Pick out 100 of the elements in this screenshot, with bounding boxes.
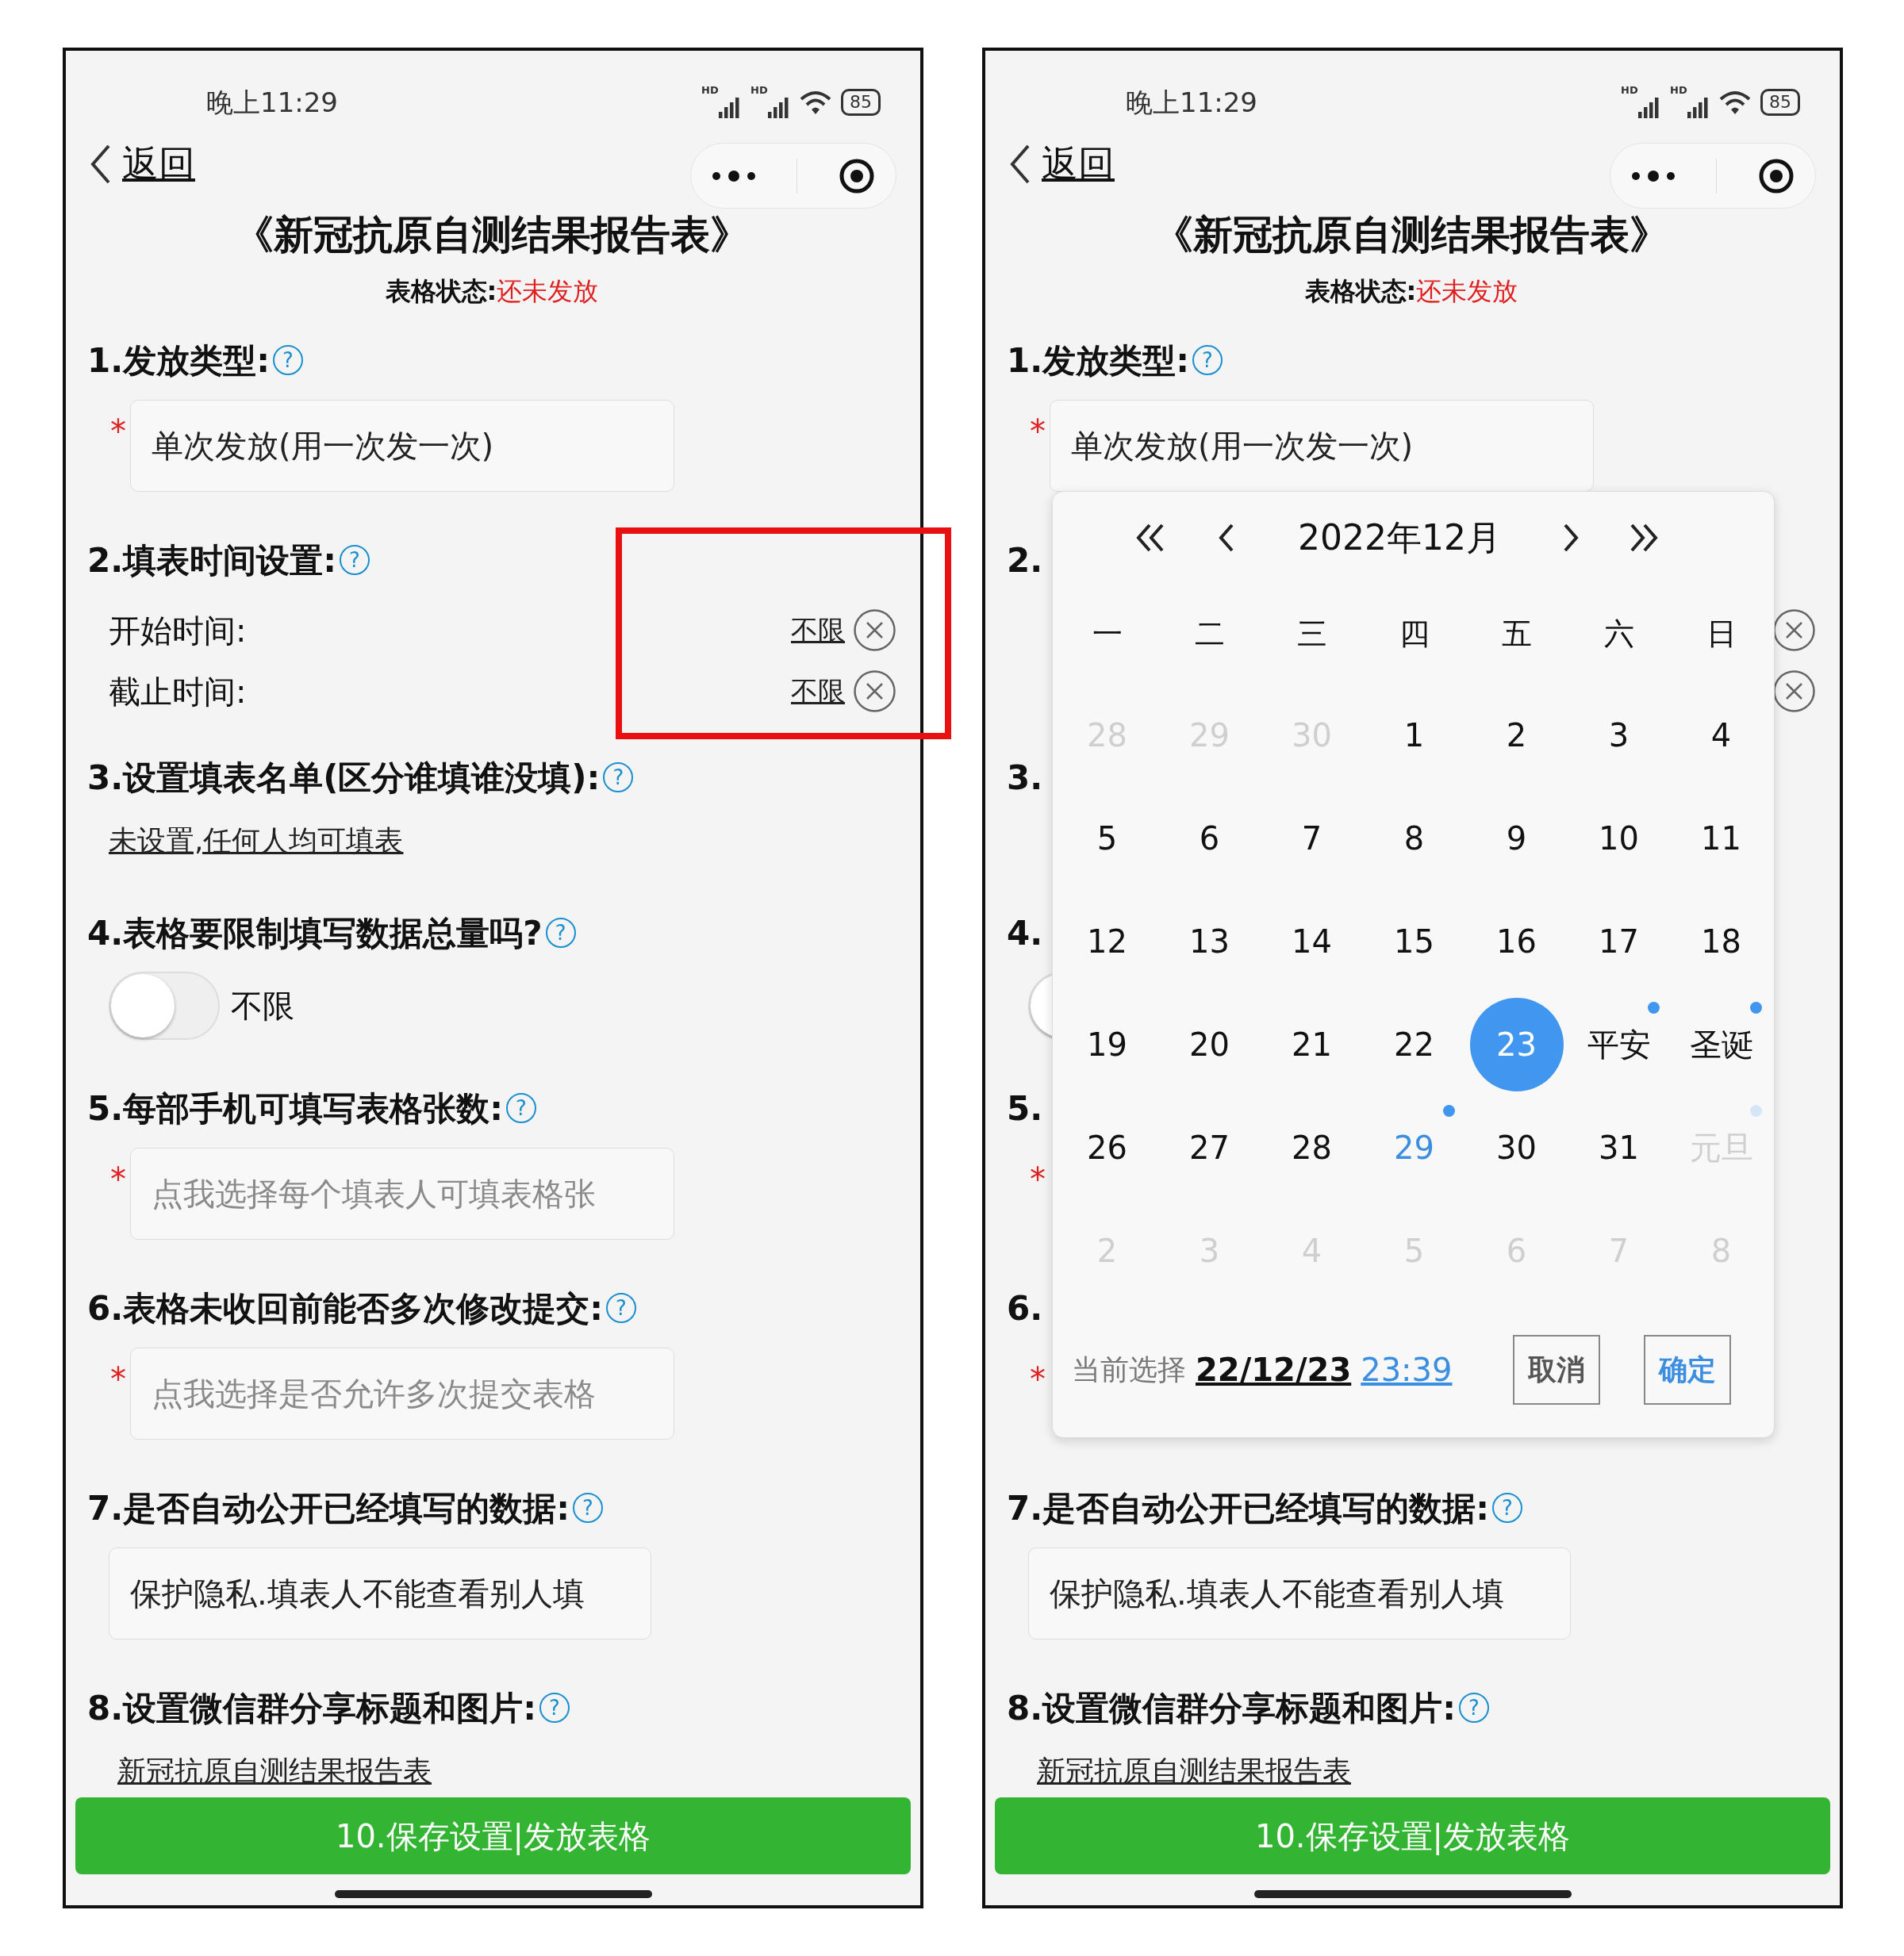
required-mark: * xyxy=(1030,416,1046,447)
required-mark: * xyxy=(110,416,127,447)
back-link[interactable]: 返回 xyxy=(1042,136,1115,191)
time-label: 开始时间: xyxy=(109,611,247,650)
section-heading: 5. xyxy=(1007,1087,1043,1129)
toggle-label: 不限 xyxy=(231,987,294,1026)
time-value-link[interactable]: 不限 xyxy=(791,671,845,711)
section-heading: 6.表格未收回前能否多次修改提交: xyxy=(87,1287,603,1329)
status-value: 还未发放 xyxy=(1416,274,1518,308)
weekday-label: 四 xyxy=(1398,615,1430,653)
calendar-day[interactable]: 31 xyxy=(1572,1101,1666,1195)
wifi-icon xyxy=(800,90,831,115)
calendar-day[interactable]: 16 xyxy=(1469,895,1564,988)
section-heading: 3. xyxy=(1007,757,1043,799)
calendar-day[interactable]: 9 xyxy=(1469,792,1564,885)
calendar-day[interactable]: 15 xyxy=(1367,895,1461,988)
calendar-month: 2022年12月 xyxy=(1297,516,1502,559)
form-title: 《新冠抗原自测结果报告表》 xyxy=(1153,211,1670,259)
setting-link[interactable]: 未设置,任何人均可填表 xyxy=(109,819,404,862)
calendar-day[interactable]: 12 xyxy=(1060,895,1154,988)
status-time: 晚上11:29 xyxy=(206,85,338,120)
target-icon[interactable] xyxy=(1758,157,1795,194)
calendar-day[interactable]: 22 xyxy=(1367,998,1461,1091)
section-heading: 4.表格要限制填写数据总量吗? xyxy=(87,912,543,954)
required-mark: * xyxy=(1030,1363,1046,1395)
weekday-label: 三 xyxy=(1296,615,1328,653)
battery-indicator: 85 xyxy=(1760,89,1800,116)
weekday-label: 六 xyxy=(1603,615,1635,653)
calendar-day[interactable]: 13 xyxy=(1162,895,1257,988)
select-field[interactable]: 点我选择每个填表人可填表格张 xyxy=(130,1148,674,1240)
calendar-day[interactable]: 11 xyxy=(1674,792,1768,885)
form-title: 《新冠抗原自测结果报告表》 xyxy=(233,211,750,259)
calendar-day[interactable]: 14 xyxy=(1265,895,1359,988)
target-icon[interactable] xyxy=(839,157,876,194)
section-heading: 8.设置微信群分享标题和图片: xyxy=(87,1687,536,1729)
input-field[interactable]: 保护隐私.填表人不能查看别人填 xyxy=(1028,1548,1571,1640)
calendar-day[interactable]: 3 xyxy=(1572,688,1666,782)
time-value-link[interactable]: 不限 xyxy=(791,610,845,650)
section-heading: 1.发放类型: xyxy=(87,339,270,382)
clear-icon[interactable] xyxy=(1772,669,1816,713)
calendar-day[interactable]: 30 xyxy=(1469,1101,1564,1195)
calendar-day[interactable]: 28 xyxy=(1265,1101,1359,1195)
calendar-day[interactable]: 19 xyxy=(1060,998,1154,1091)
battery-indicator: 85 xyxy=(841,89,881,116)
weekday-label: 二 xyxy=(1193,615,1226,653)
status-label: 表格状态: xyxy=(1304,274,1417,308)
more-icon[interactable] xyxy=(711,169,756,182)
calendar-day[interactable]: 5 xyxy=(1060,792,1154,885)
select-field[interactable]: 单次发放(用一次发一次) xyxy=(1050,400,1594,492)
cancel-button[interactable]: 取消 xyxy=(1513,1335,1600,1405)
selected-date[interactable]: 22/12/23 xyxy=(1196,1346,1352,1394)
calendar-day[interactable]: 4 xyxy=(1674,688,1768,782)
calendar-day[interactable]: 21 xyxy=(1265,998,1359,1091)
clear-icon[interactable] xyxy=(853,608,896,652)
clear-icon[interactable] xyxy=(853,669,896,713)
setting-link[interactable]: 新冠抗原自测结果报告表 xyxy=(117,1750,432,1793)
back-chevron-icon[interactable] xyxy=(90,144,111,184)
section-heading: 2. xyxy=(1007,539,1043,581)
calendar-day[interactable]: 1 xyxy=(1367,688,1461,782)
back-link[interactable]: 返回 xyxy=(122,136,195,191)
weekday-label: 五 xyxy=(1500,615,1533,653)
back-chevron-icon[interactable] xyxy=(1010,144,1031,184)
calendar-day[interactable]: 17 xyxy=(1572,895,1666,988)
section-heading: 7.是否自动公开已经填写的数据: xyxy=(1007,1487,1489,1529)
calendar-day[interactable]: 圣诞 xyxy=(1674,998,1768,1091)
weekday-label: 一 xyxy=(1091,615,1123,653)
section-heading: 1.发放类型: xyxy=(1007,339,1189,382)
selection-label: 当前选择 xyxy=(1072,1352,1186,1387)
required-mark: * xyxy=(110,1164,127,1195)
wifi-icon xyxy=(1719,90,1751,115)
section-heading: 4. xyxy=(1007,912,1043,954)
calendar-day[interactable]: 平安 xyxy=(1572,998,1666,1091)
calendar-day[interactable]: 27 xyxy=(1162,1101,1257,1195)
section-heading: 3.设置填表名单(区分谁填谁没填): xyxy=(87,757,601,799)
section-heading: 7.是否自动公开已经填写的数据: xyxy=(87,1487,570,1529)
select-field[interactable]: 点我选择是否允许多次提交表格 xyxy=(130,1348,674,1440)
network-label: HD xyxy=(701,85,719,95)
status-time: 晚上11:29 xyxy=(1126,85,1257,120)
input-field[interactable]: 保护隐私.填表人不能查看别人填 xyxy=(109,1548,651,1640)
setting-link[interactable]: 新冠抗原自测结果报告表 xyxy=(1037,1750,1351,1793)
calendar-day[interactable]: 7 xyxy=(1265,792,1359,885)
status-value: 还未发放 xyxy=(497,274,599,308)
calendar-day[interactable]: 8 xyxy=(1367,792,1461,885)
section-heading: 6. xyxy=(1007,1287,1043,1329)
clear-icon[interactable] xyxy=(1772,608,1816,652)
more-icon[interactable] xyxy=(1630,169,1676,182)
required-mark: * xyxy=(110,1363,127,1395)
calendar-day[interactable]: 2 xyxy=(1469,688,1564,782)
network-label: HD xyxy=(1670,85,1687,95)
calendar-day[interactable]: 20 xyxy=(1162,998,1257,1091)
section-heading: 2.填表时间设置: xyxy=(87,539,336,581)
calendar-day[interactable]: 26 xyxy=(1060,1101,1154,1195)
weekday-label: 日 xyxy=(1705,615,1737,653)
calendar-day[interactable]: 18 xyxy=(1674,895,1768,988)
time-label: 截止时间: xyxy=(109,672,247,711)
select-field[interactable]: 单次发放(用一次发一次) xyxy=(130,400,674,492)
calendar-day[interactable]: 10 xyxy=(1572,792,1666,885)
calendar-day[interactable]: 6 xyxy=(1162,792,1257,885)
status-label: 表格状态: xyxy=(385,274,497,308)
required-mark: * xyxy=(1030,1164,1046,1195)
